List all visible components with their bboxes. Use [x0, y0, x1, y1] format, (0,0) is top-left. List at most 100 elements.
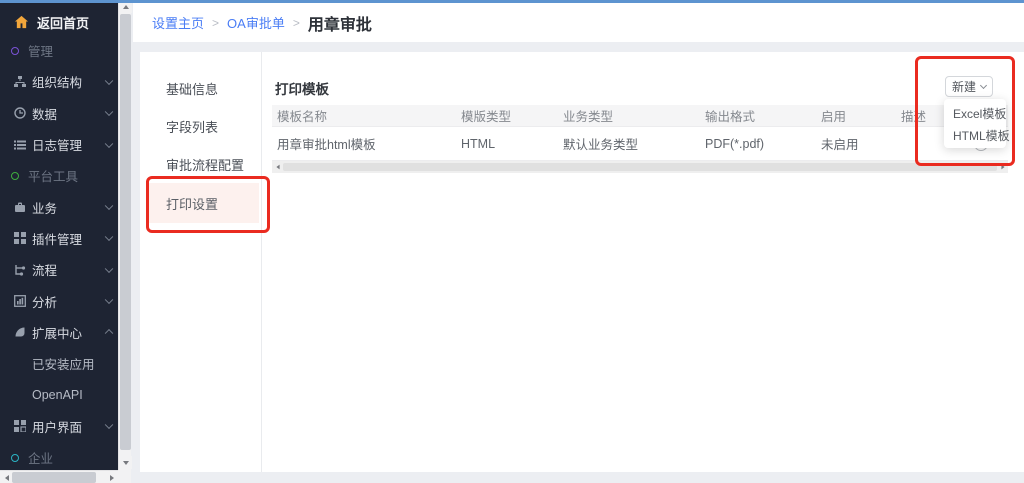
sidebar-item-label: 用户界面 [32, 417, 82, 436]
sidebar-item-platform-tools[interactable]: 平台工具 [0, 160, 118, 191]
horizontal-scrollbar-thumb[interactable] [283, 163, 997, 171]
sidebar-item-plugin-management[interactable]: 插件管理 [0, 223, 118, 254]
ui-icon [13, 420, 26, 433]
sidebar-item-business[interactable]: 业务 [0, 191, 118, 222]
workflow-icon [13, 263, 26, 276]
ring-icon [11, 454, 19, 462]
new-template-button[interactable]: 新建 [945, 76, 993, 97]
scroll-right-button[interactable] [105, 471, 118, 483]
tab-basic-info[interactable]: 基础信息 [140, 69, 261, 107]
scroll-right-icon [110, 475, 114, 481]
sidebar-item-label: 企业 [28, 448, 53, 467]
tab-label: 打印设置 [166, 194, 218, 213]
chevron-down-icon [105, 76, 113, 84]
sidebar-item-enterprise[interactable]: 企业 [0, 442, 118, 473]
sidebar-menu: 管理 组织结构 数据 日志管理 [0, 35, 118, 473]
sidebar-item-analysis[interactable]: 分析 [0, 285, 118, 316]
tab-print-settings[interactable]: 打印设置 [148, 183, 259, 223]
tab-label: 字段列表 [166, 117, 218, 136]
data-icon [13, 107, 26, 120]
sidebar-item-label: 管理 [28, 41, 53, 60]
org-structure-icon [13, 75, 26, 88]
sidebar-item-label: 分析 [32, 292, 57, 311]
chevron-down-icon [980, 82, 987, 89]
main-panel: 基础信息 字段列表 审批流程配置 打印设置 打印模板 新建 模板名称 模版类型 … [140, 52, 1024, 472]
sidebar-item-label: 组织结构 [32, 72, 82, 91]
chevron-down-icon [105, 108, 113, 116]
vertical-scrollbar-thumb[interactable] [120, 14, 131, 450]
sidebar-item-label: 平台工具 [28, 166, 78, 185]
top-accent-bar [0, 0, 1024, 3]
scroll-left-icon [5, 475, 9, 481]
tab-label: 审批流程配置 [166, 155, 244, 174]
breadcrumb-separator: > [293, 16, 300, 30]
cell-template-name: 用章审批html模板 [272, 134, 453, 153]
sidebar-item-label: 数据 [32, 104, 57, 123]
scroll-left-icon [276, 165, 279, 170]
sidebar-vertical-scrollbar[interactable] [118, 0, 131, 470]
sidebar-item-user-interface[interactable]: 用户界面 [0, 411, 118, 442]
cell-enabled: 未启用 [813, 134, 893, 153]
settings-tab-list: 基础信息 字段列表 审批流程配置 打印设置 [140, 52, 262, 472]
chevron-down-icon [105, 264, 113, 272]
table-header-row: 模板名称 模版类型 业务类型 输出格式 启用 描述 [272, 105, 1008, 127]
breadcrumb-link-oa-approval[interactable]: OA审批单 [227, 13, 285, 32]
breadcrumb-link-settings-home[interactable]: 设置主页 [152, 13, 204, 32]
log-management-icon [13, 138, 26, 151]
sidebar-back-home[interactable]: 返回首页 [0, 8, 118, 36]
section-title: 打印模板 [275, 78, 329, 98]
tab-label: 基础信息 [166, 79, 218, 98]
ring-icon [11, 172, 19, 180]
sidebar-item-data[interactable]: 数据 [0, 98, 118, 129]
tab-field-list[interactable]: 字段列表 [140, 107, 261, 145]
scroll-right-button[interactable] [997, 161, 1008, 173]
app-window: 返回首页 管理 组织结构 数据 [0, 0, 1024, 483]
sidebar-item-label: 扩展中心 [32, 323, 82, 342]
sidebar: 返回首页 管理 组织结构 数据 [0, 0, 118, 470]
scroll-left-button[interactable] [272, 161, 283, 173]
business-icon [13, 201, 26, 214]
dropdown-item-excel-template[interactable]: Excel模板 [944, 102, 1006, 124]
ring-icon [11, 47, 19, 55]
sidebar-item-label: 已安装应用 [32, 354, 95, 373]
breadcrumb: 设置主页 > OA审批单 > 用章审批 [133, 3, 1024, 42]
chevron-up-icon [105, 329, 113, 337]
table-horizontal-scrollbar[interactable] [272, 161, 1008, 173]
col-header-template-type: 模版类型 [453, 106, 555, 125]
sidebar-horizontal-scrollbar[interactable] [0, 470, 118, 483]
col-header-enabled: 启用 [813, 106, 893, 125]
chevron-down-icon [105, 421, 113, 429]
plugin-management-icon [13, 232, 26, 245]
table-row[interactable]: 用章审批html模板 HTML 默认业务类型 PDF(*.pdf) 未启用 [272, 127, 1008, 161]
sidebar-back-label: 返回首页 [37, 13, 89, 32]
sidebar-item-label: 插件管理 [32, 229, 82, 248]
home-icon [14, 15, 29, 29]
sidebar-item-workflow[interactable]: 流程 [0, 254, 118, 285]
scrollbar-corner [118, 470, 131, 483]
cell-output-format: PDF(*.pdf) [697, 137, 813, 151]
scroll-up-icon [123, 5, 129, 9]
cell-template-type: HTML [453, 137, 555, 151]
scroll-right-icon [1001, 165, 1004, 170]
sidebar-item-installed-apps[interactable]: 已安装应用 [0, 348, 118, 379]
sidebar-item-extension-center[interactable]: 扩展中心 [0, 317, 118, 348]
sidebar-item-guanli[interactable]: 管理 [0, 35, 118, 66]
extension-center-icon [13, 326, 26, 339]
scroll-down-button[interactable] [119, 456, 132, 469]
breadcrumb-separator: > [212, 16, 219, 30]
sidebar-item-openapi[interactable]: OpenAPI [0, 379, 118, 410]
chevron-down-icon [105, 139, 113, 147]
chevron-down-icon [105, 233, 113, 241]
sidebar-item-log-management[interactable]: 日志管理 [0, 129, 118, 160]
tab-approval-flow-config[interactable]: 审批流程配置 [140, 145, 261, 183]
print-template-table: 模板名称 模版类型 业务类型 输出格式 启用 描述 用章审批html模板 HTM… [272, 105, 1008, 173]
dropdown-item-html-template[interactable]: HTML模板 [944, 124, 1006, 146]
horizontal-scrollbar-thumb[interactable] [12, 472, 96, 483]
col-header-business-type: 业务类型 [555, 106, 697, 125]
chevron-down-icon [105, 202, 113, 210]
col-header-output-format: 输出格式 [697, 106, 813, 125]
new-button-label: 新建 [952, 78, 976, 95]
page-title: 用章审批 [308, 11, 372, 35]
sidebar-item-org-structure[interactable]: 组织结构 [0, 66, 118, 97]
sidebar-item-label: 流程 [32, 260, 57, 279]
